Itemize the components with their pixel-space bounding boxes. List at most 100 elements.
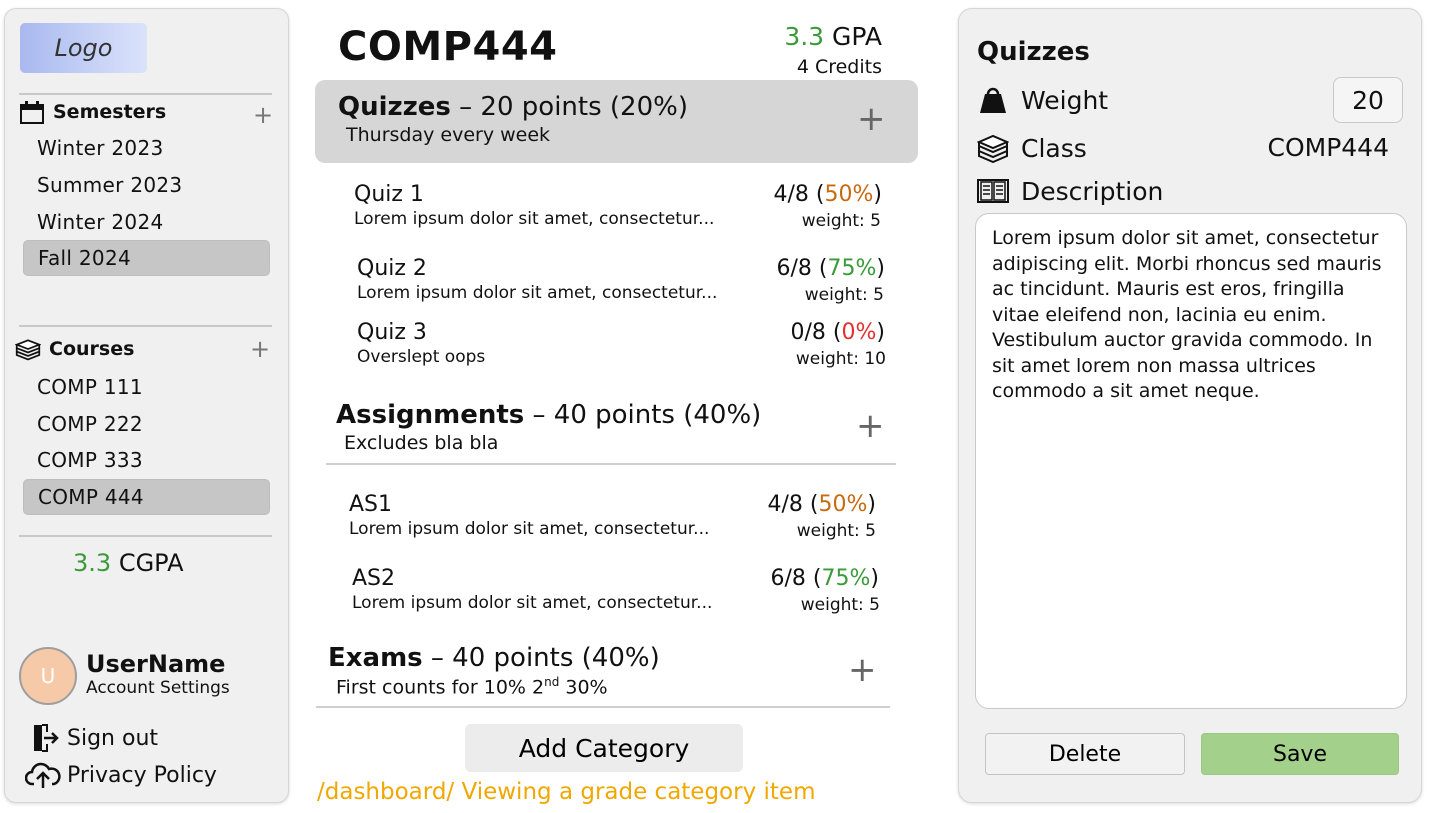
description-label: Description [1021, 176, 1164, 206]
item-description: Lorem ipsum dolor sit amet, consectetur.… [354, 209, 715, 229]
semester-item-active[interactable]: Fall 2024 [23, 240, 270, 276]
course-item-active[interactable]: COMP 444 [23, 479, 270, 515]
category-header: Quizzes – 20 points (20%) Thursday every… [338, 92, 688, 146]
item-weight: weight: 5 [796, 521, 876, 541]
category-header[interactable]: Exams – 40 points (40%) First counts for… [328, 643, 660, 698]
category-name: Assignments [336, 400, 525, 430]
add-semester-button[interactable]: + [253, 103, 273, 127]
description-row: Description [977, 176, 1163, 206]
sidebar: Logo Semesters + Winter 2023 Summer 2023… [4, 8, 289, 803]
courses-title: Courses [49, 338, 135, 360]
subtitle-superscript: nd [544, 675, 560, 689]
score-value: 6/8 [770, 566, 806, 591]
category-subtitle: First counts for 10% 2nd 30% [328, 675, 660, 698]
panel-title: Quizzes [977, 37, 1090, 67]
calendar-icon [20, 101, 44, 124]
sign-out-link[interactable]: Sign out [25, 723, 158, 753]
category-name: Quizzes [338, 92, 451, 122]
cgpa: 3.3 CGPA [73, 549, 184, 577]
score-percent: 50% [824, 182, 874, 207]
item-title: Quiz 1 [354, 182, 424, 207]
class-row: Class [977, 133, 1087, 163]
score-percent: 50% [818, 492, 868, 517]
delete-button[interactable]: Delete [985, 733, 1185, 775]
score-percent: 0% [841, 320, 877, 345]
weight-input[interactable] [1333, 77, 1403, 123]
avatar[interactable]: U [19, 647, 77, 705]
divider [19, 325, 272, 327]
divider [316, 706, 890, 708]
category-header[interactable]: Assignments – 40 points (40%) Excludes b… [336, 400, 761, 454]
category-title: Assignments – 40 points (40%) [336, 400, 761, 430]
item-weight: weight: 5 [800, 595, 880, 615]
item-description: Lorem ipsum dolor sit amet, consectetur.… [349, 519, 710, 539]
item-score: 0/8 (0%) [790, 320, 885, 345]
category-name: Exams [328, 643, 423, 673]
item-score: 4/8 (50%) [767, 492, 876, 517]
list-item[interactable]: Quiz 1 Lorem ipsum dolor sit amet, conse… [354, 182, 714, 229]
add-item-button[interactable]: + [857, 102, 886, 136]
course-item[interactable]: COMP 222 [23, 406, 270, 442]
item-title: Quiz 3 [357, 320, 427, 345]
gpa-value: 3.3 [784, 22, 825, 51]
semester-item[interactable]: Winter 2024 [23, 204, 270, 240]
course-gpa: 3.3 GPA [784, 22, 882, 51]
add-course-button[interactable]: + [250, 337, 270, 361]
username: UserName [86, 650, 226, 678]
score-value: 4/8 [767, 492, 803, 517]
semesters-header: Semesters [19, 99, 166, 125]
item-description: Lorem ipsum dolor sit amet, consectetur.… [352, 593, 713, 613]
weight-row: Weight [977, 85, 1108, 115]
weight-label: Weight [1021, 85, 1109, 115]
open-book-icon [977, 179, 1009, 203]
item-title: AS1 [349, 492, 393, 517]
category-title: Exams – 40 points (40%) [328, 643, 660, 673]
category-title: Quizzes – 20 points (20%) [338, 92, 688, 122]
list-item[interactable]: Quiz 2 Lorem ipsum dolor sit amet, conse… [357, 256, 717, 303]
course-item[interactable]: COMP 111 [23, 369, 270, 405]
subtitle-text: First counts for 10% 2 [336, 676, 545, 699]
item-weight: weight: 10 [795, 349, 886, 369]
category-points: – 40 points (40%) [532, 400, 762, 430]
item-score: 6/8 (75%) [776, 256, 885, 281]
course-item[interactable]: COMP 333 [23, 442, 270, 478]
weight-icon [980, 87, 1006, 113]
logo[interactable]: Logo [20, 23, 147, 73]
route-annotation: /dashboard/ Viewing a grade category ite… [317, 779, 816, 805]
item-title: Quiz 2 [357, 256, 427, 281]
item-description: Overslept oops [357, 347, 486, 367]
list-item[interactable]: AS2 Lorem ipsum dolor sit amet, consecte… [352, 566, 712, 613]
category-subtitle: Thursday every week [346, 124, 551, 146]
add-category-button[interactable]: Add Category [465, 724, 743, 772]
item-title: AS2 [352, 566, 396, 591]
semester-item[interactable]: Winter 2023 [23, 130, 270, 166]
description-textarea[interactable]: Lorem ipsum dolor sit amet, consectetur … [975, 213, 1407, 709]
account-settings-link[interactable]: Account Settings [86, 678, 230, 698]
class-label: Class [1021, 133, 1087, 163]
score-percent: 75% [827, 256, 877, 281]
list-item[interactable]: AS1 Lorem ipsum dolor sit amet, consecte… [349, 492, 709, 539]
sign-out-icon [34, 724, 59, 752]
semester-item[interactable]: Summer 2023 [23, 167, 270, 203]
gpa-label: GPA [832, 22, 882, 51]
score-percent: 75% [821, 566, 871, 591]
books-stack-icon [15, 339, 41, 361]
add-item-button[interactable]: + [848, 653, 877, 687]
divider [19, 93, 272, 95]
category-subtitle: Excludes bla bla [344, 432, 499, 454]
divider [326, 463, 896, 465]
sign-out-label: Sign out [67, 725, 159, 751]
cloud-upload-icon [25, 762, 61, 788]
semesters-title: Semesters [53, 101, 167, 123]
cgpa-value: 3.3 [73, 549, 112, 577]
add-item-button[interactable]: + [856, 409, 885, 443]
cgpa-label: CGPA [118, 549, 184, 577]
item-description: Lorem ipsum dolor sit amet, consectetur.… [357, 283, 718, 303]
divider [19, 535, 272, 537]
item-score: 4/8 (50%) [773, 182, 882, 207]
class-value: COMP444 [1267, 133, 1390, 162]
list-item[interactable]: Quiz 3 Overslept oops [357, 320, 485, 367]
subtitle-text: 30% [559, 676, 608, 699]
privacy-policy-link[interactable]: Privacy Policy [25, 760, 217, 790]
save-button[interactable]: Save [1201, 733, 1399, 775]
